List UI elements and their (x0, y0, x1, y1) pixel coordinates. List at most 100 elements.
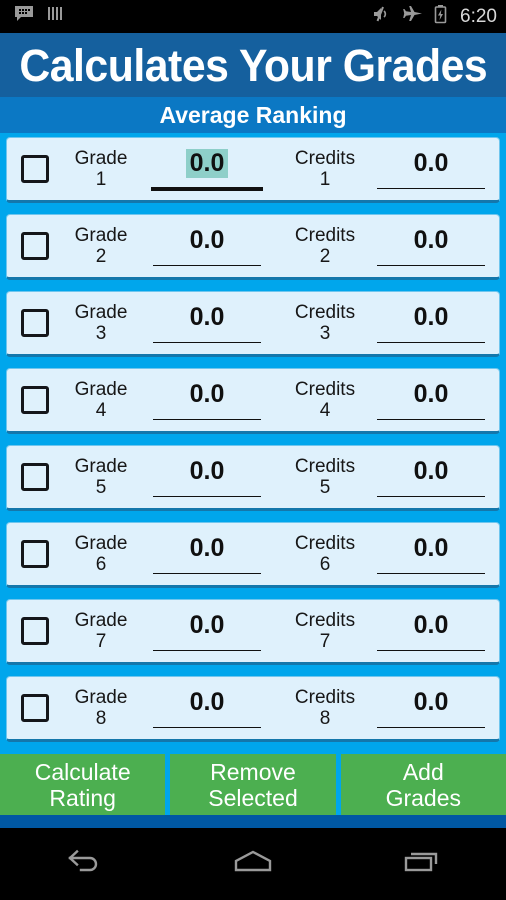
back-icon (64, 849, 104, 880)
button-label-line2: Selected (208, 784, 298, 811)
credits-input[interactable]: 0.0 (375, 143, 487, 195)
app-subtitle-bar: Average Ranking (0, 97, 506, 133)
grade-row: Grade 1 0.0 Credits 1 0.0 (6, 137, 500, 203)
credits-label-text: Credits (294, 148, 356, 169)
credits-input-underline (377, 573, 485, 574)
back-button[interactable] (39, 836, 129, 892)
credits-input-value: 0.0 (413, 303, 449, 331)
grade-label-text: Grade (74, 302, 128, 323)
credits-index: 7 (319, 631, 331, 652)
button-label-line2: Grades (385, 784, 462, 811)
grade-input-value: 0.0 (189, 688, 225, 716)
button-label-line1: Remove (210, 758, 296, 785)
credits-input[interactable]: 0.0 (375, 451, 487, 503)
status-bar-clock: 6:20 (460, 6, 497, 27)
credits-input[interactable]: 0.0 (375, 220, 487, 272)
credits-index: 3 (319, 323, 331, 344)
credits-input-value: 0.0 (413, 688, 449, 716)
credits-input-value: 0.0 (413, 226, 449, 254)
status-bar: 6:20 (0, 0, 506, 33)
remove-selected-button[interactable]: Remove Selected (170, 754, 336, 815)
status-bar-right-icons: 6:20 (371, 4, 497, 29)
grade-input-underline (153, 265, 261, 266)
calculate-rating-button[interactable]: Calculate Rating (0, 754, 166, 815)
home-icon (231, 848, 275, 881)
add-grades-button[interactable]: Add Grades (340, 754, 506, 815)
grade-label: Grade 4 (49, 379, 147, 421)
recents-button[interactable] (377, 836, 467, 892)
battery-charging-icon (434, 4, 447, 29)
grade-input[interactable]: 0.0 (151, 143, 263, 195)
grade-input-underline (153, 419, 261, 420)
grade-label: Grade 7 (49, 610, 147, 652)
grade-row: Grade 4 0.0 Credits 4 0.0 (6, 368, 500, 434)
grade-label: Grade 2 (49, 225, 147, 267)
credits-label: Credits 8 (273, 687, 371, 729)
recents-icon (400, 848, 444, 881)
row-checkbox[interactable] (21, 309, 49, 337)
credits-label: Credits 5 (273, 456, 371, 498)
credits-index: 6 (319, 554, 331, 575)
grade-input-value: 0.0 (189, 611, 225, 639)
bars-icon (47, 5, 63, 28)
grade-index: 5 (95, 477, 107, 498)
button-label-line1: Calculate (34, 758, 131, 785)
credits-label: Credits 4 (273, 379, 371, 421)
credits-input[interactable]: 0.0 (375, 682, 487, 734)
credits-input-value: 0.0 (413, 611, 449, 639)
credits-input-value: 0.0 (413, 534, 449, 562)
grade-input-underline (153, 650, 261, 651)
grade-label-text: Grade (74, 225, 128, 246)
grade-input-value: 0.0 (189, 226, 225, 254)
row-checkbox[interactable] (21, 155, 49, 183)
grade-index: 8 (95, 708, 107, 729)
grade-input[interactable]: 0.0 (151, 374, 263, 426)
credits-input-value: 0.0 (413, 149, 449, 177)
page-title: Calculates Your Grades (19, 39, 487, 91)
row-checkbox[interactable] (21, 386, 49, 414)
row-checkbox[interactable] (21, 540, 49, 568)
row-checkbox[interactable] (21, 617, 49, 645)
credits-input-underline (377, 265, 485, 266)
credits-index: 1 (319, 169, 331, 190)
credits-label-text: Credits (294, 225, 356, 246)
credits-input-underline (377, 650, 485, 651)
grade-input-underline (151, 187, 263, 191)
credits-input[interactable]: 0.0 (375, 528, 487, 580)
grade-input[interactable]: 0.0 (151, 451, 263, 503)
credits-label-text: Credits (294, 610, 356, 631)
grade-index: 4 (95, 400, 107, 421)
grade-input[interactable]: 0.0 (151, 528, 263, 580)
grade-input-value: 0.0 (189, 380, 225, 408)
button-label-line1: Add (402, 758, 444, 785)
credits-input-value: 0.0 (413, 380, 449, 408)
grade-input[interactable]: 0.0 (151, 220, 263, 272)
credits-input[interactable]: 0.0 (375, 605, 487, 657)
grade-input-value: 0.0 (185, 149, 229, 179)
credits-label: Credits 3 (273, 302, 371, 344)
credits-index: 5 (319, 477, 331, 498)
grade-label-text: Grade (74, 379, 128, 400)
row-checkbox[interactable] (21, 232, 49, 260)
row-checkbox[interactable] (21, 694, 49, 722)
grade-index: 3 (95, 323, 107, 344)
grade-input[interactable]: 0.0 (151, 605, 263, 657)
grade-input[interactable]: 0.0 (151, 297, 263, 349)
credits-label-text: Credits (294, 687, 356, 708)
grade-input-value: 0.0 (189, 457, 225, 485)
grade-index: 1 (95, 169, 107, 190)
credits-input[interactable]: 0.0 (375, 374, 487, 426)
credits-label: Credits 6 (273, 533, 371, 575)
credits-index: 8 (319, 708, 331, 729)
grade-label-text: Grade (74, 687, 128, 708)
row-checkbox[interactable] (21, 463, 49, 491)
status-bar-left-icons (14, 4, 63, 29)
home-button[interactable] (208, 836, 298, 892)
grade-label: Grade 5 (49, 456, 147, 498)
button-label-line2: Rating (49, 784, 116, 811)
credits-input-underline (377, 188, 485, 189)
grade-input-underline (153, 496, 261, 497)
android-navigation-bar (0, 828, 506, 900)
grade-input[interactable]: 0.0 (151, 682, 263, 734)
credits-input[interactable]: 0.0 (375, 297, 487, 349)
